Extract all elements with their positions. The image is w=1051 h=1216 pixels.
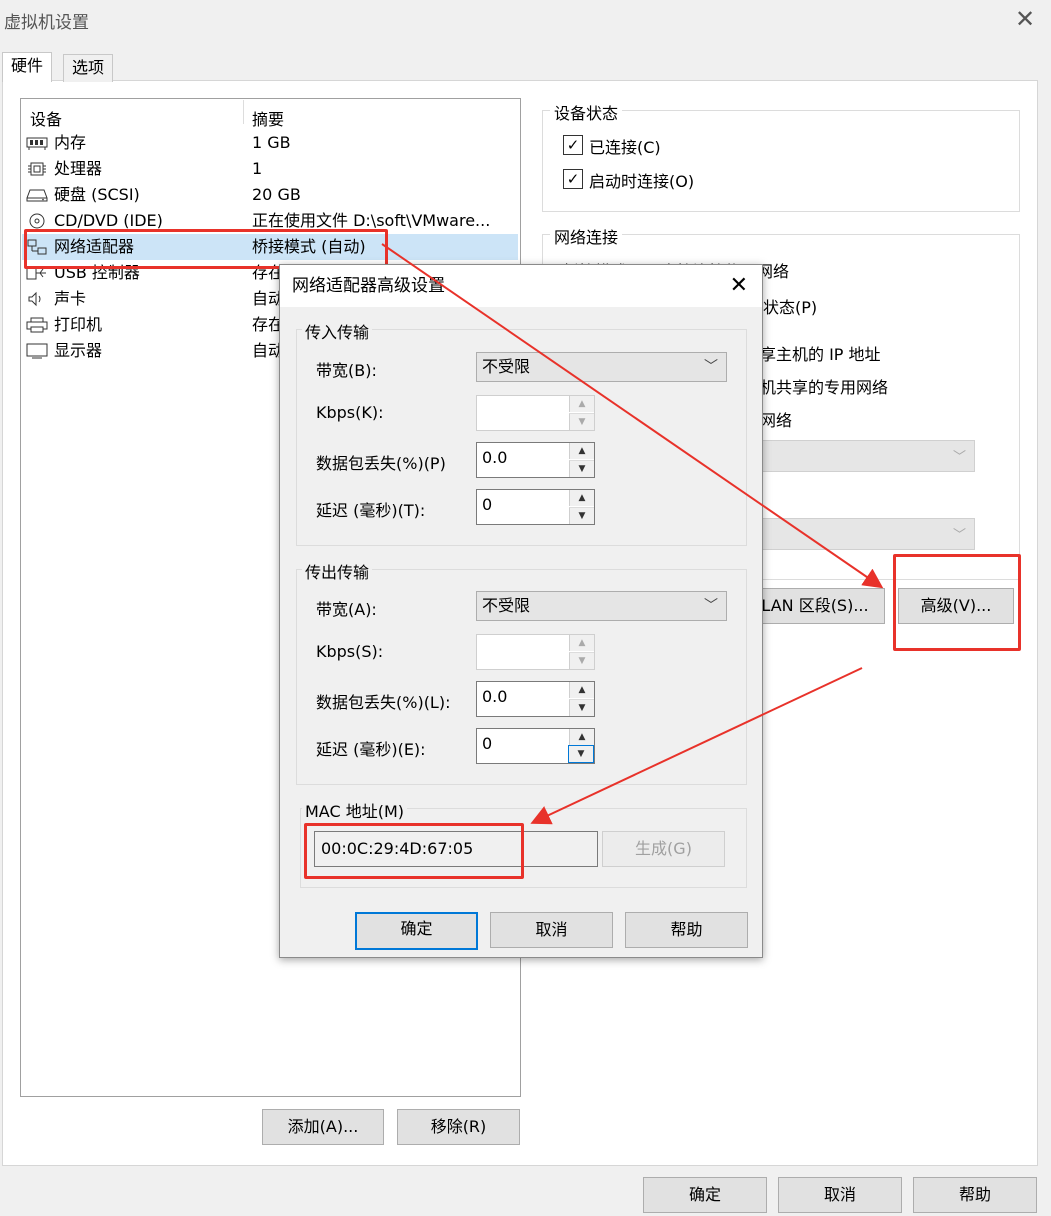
tab-hardware[interactable]: 硬件 — [2, 52, 53, 82]
arrow-to-mac — [530, 667, 863, 825]
arrow-to-advanced — [381, 243, 884, 589]
annotation-arrows — [381, 243, 884, 825]
